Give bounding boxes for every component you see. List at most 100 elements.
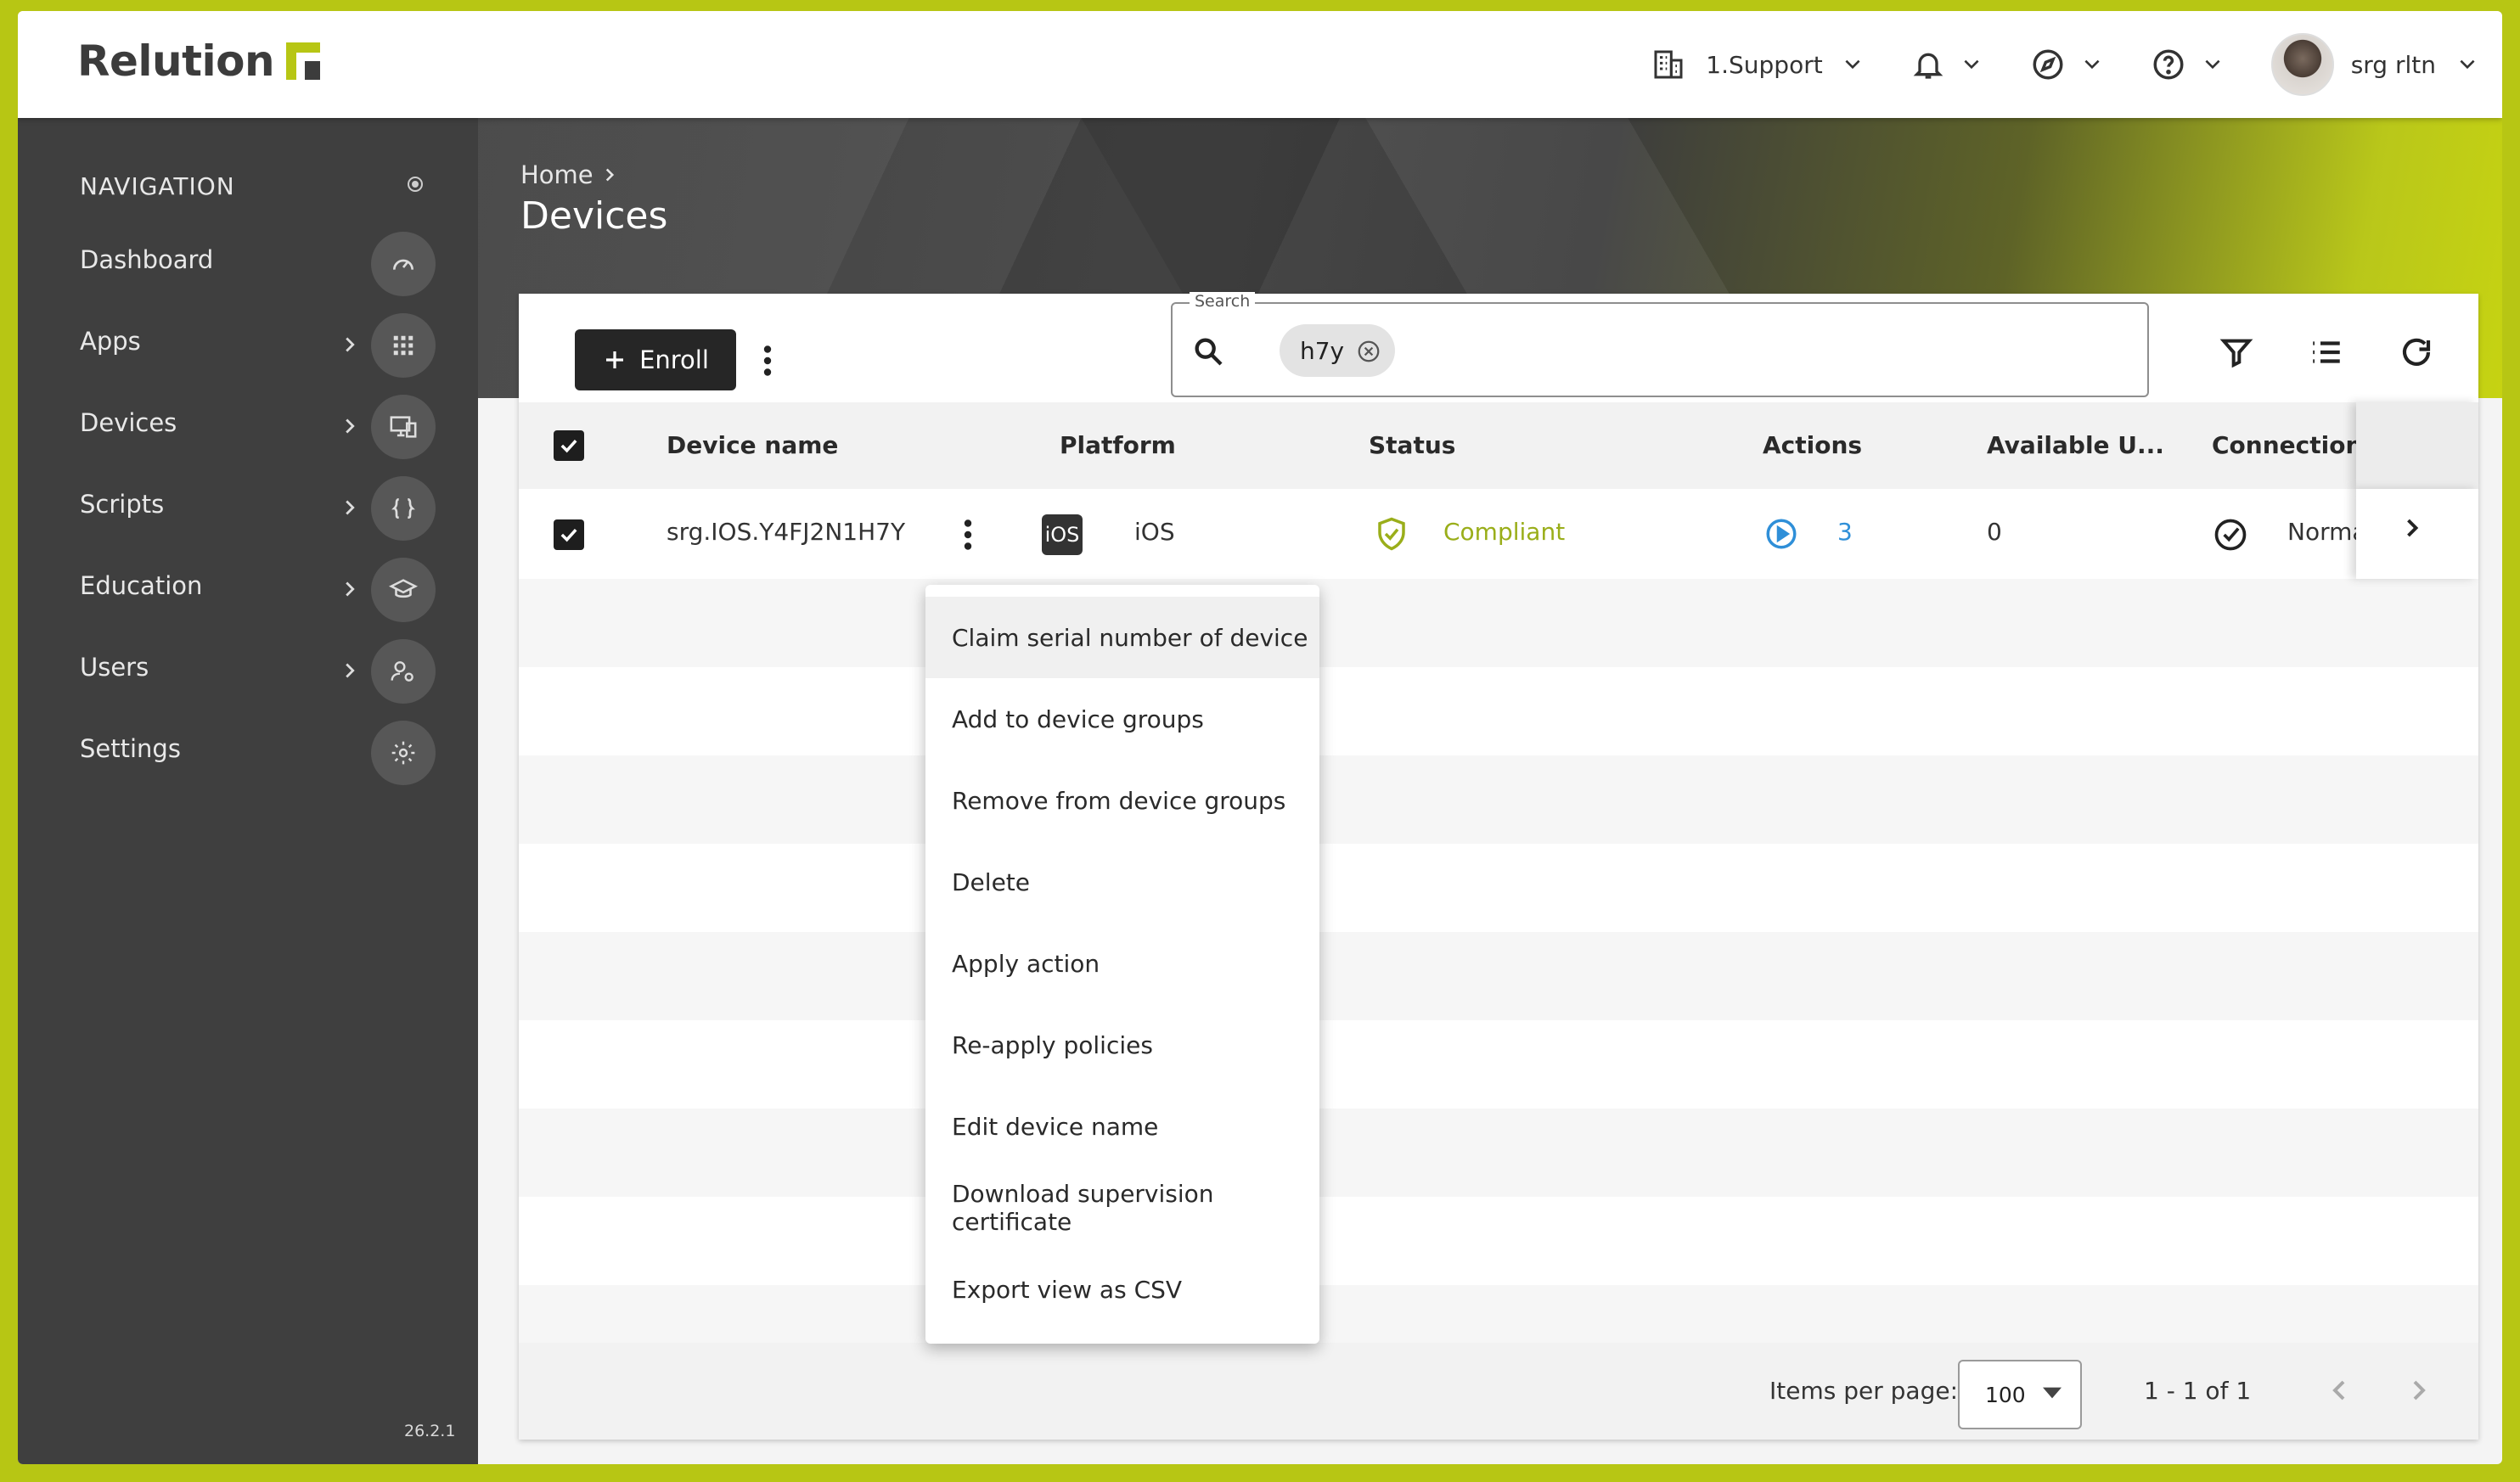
refresh-icon[interactable] xyxy=(2395,331,2438,373)
chevron-right-icon xyxy=(346,663,355,678)
chevron-right-icon xyxy=(346,500,355,515)
empty-row xyxy=(519,1020,2478,1109)
menu-item-edit-name[interactable]: Edit device name xyxy=(925,1086,1319,1167)
column-platform[interactable]: Platform xyxy=(1060,431,1176,459)
sidebar-item-label: Users xyxy=(80,653,149,682)
sidebar-item-apps[interactable]: Apps xyxy=(18,308,478,385)
filter-icon[interactable] xyxy=(2215,331,2258,373)
menu-item-export-csv[interactable]: Export view as CSV xyxy=(925,1249,1319,1330)
avatar xyxy=(2270,33,2334,96)
items-per-page-value: 100 xyxy=(1985,1382,2026,1407)
chevron-right-icon xyxy=(346,581,355,597)
empty-row xyxy=(519,844,2478,932)
menu-item-remove-from-groups[interactable]: Remove from device groups xyxy=(925,760,1319,841)
menu-item-add-to-groups[interactable]: Add to device groups xyxy=(925,678,1319,760)
close-circle-icon[interactable] xyxy=(1356,339,1381,364)
chevron-left-icon[interactable] xyxy=(2322,1373,2356,1407)
chevron-down-icon xyxy=(2205,59,2220,70)
sidebar-item-education[interactable]: Education xyxy=(18,553,478,629)
table-row[interactable]: srg.IOS.Y4FJ2N1H7Y iOS iOS Compliant 3 0… xyxy=(519,489,2478,579)
empty-row xyxy=(519,932,2478,1020)
chevron-right-icon xyxy=(346,418,355,434)
sidebar-item-label: Education xyxy=(80,571,203,600)
nav-heading: NAVIGATION xyxy=(80,172,235,200)
logo-mark-icon xyxy=(286,42,321,80)
sidebar-item-label: Devices xyxy=(80,408,177,437)
status-cell: Compliant xyxy=(1443,518,1566,546)
column-device-name[interactable]: Device name xyxy=(667,431,838,459)
row-context-menu: Claim serial number of device Add to dev… xyxy=(925,585,1319,1344)
row-open-button[interactable] xyxy=(2356,489,2478,579)
gear-icon xyxy=(371,721,436,785)
menu-item-delete[interactable]: Delete xyxy=(925,841,1319,923)
page-range: 1 - 1 of 1 xyxy=(2144,1377,2252,1405)
sidebar-item-label: Scripts xyxy=(80,490,165,519)
row-checkbox[interactable] xyxy=(554,519,584,550)
empty-row xyxy=(519,755,2478,844)
menu-item-reapply-policies[interactable]: Re-apply policies xyxy=(925,1004,1319,1086)
devices-card: Enroll Search h7y Device name Platform S… xyxy=(519,292,2478,1440)
sidebar-item-users[interactable]: Users xyxy=(18,634,478,710)
column-actions[interactable]: Actions xyxy=(1763,431,1862,459)
braces-icon xyxy=(371,476,436,541)
help-icon xyxy=(2153,49,2184,80)
menu-item-download-cert[interactable]: Download supervision certificate xyxy=(925,1167,1319,1249)
sidebar-item-dashboard[interactable]: Dashboard xyxy=(18,227,478,303)
chevron-down-icon xyxy=(1964,59,1979,70)
explore-menu[interactable] xyxy=(2030,47,2103,82)
chevron-down-icon xyxy=(2460,59,2475,70)
logo[interactable]: Relution xyxy=(77,36,321,86)
user-menu[interactable]: srg rltn xyxy=(2270,33,2478,96)
play-circle-icon[interactable] xyxy=(1763,516,1799,552)
column-available[interactable]: Available U... xyxy=(1987,431,2164,459)
chevron-down-icon xyxy=(2084,59,2100,70)
enroll-label: Enroll xyxy=(639,345,709,374)
sticky-header-cell xyxy=(2356,402,2478,489)
sidebar-item-settings[interactable]: Settings xyxy=(18,716,478,792)
top-bar: Relution 1.Support srg rltn xyxy=(18,11,2502,118)
sidebar-item-scripts[interactable]: Scripts xyxy=(18,471,478,547)
menu-item-claim-serial[interactable]: Claim serial number of device xyxy=(925,597,1319,678)
pin-icon[interactable] xyxy=(398,167,432,201)
list-icon[interactable] xyxy=(2305,331,2348,373)
items-per-page-label: Items per page: xyxy=(1769,1377,1959,1405)
empty-row xyxy=(519,1197,2478,1285)
platform-cell: iOS xyxy=(1134,518,1175,546)
help-menu[interactable] xyxy=(2151,47,2224,82)
more-vert-icon[interactable] xyxy=(746,340,789,382)
actions-count-link[interactable]: 3 xyxy=(1837,518,1853,546)
sidebar-item-label: Apps xyxy=(80,327,141,356)
user-gear-icon xyxy=(371,639,436,704)
notifications-menu[interactable] xyxy=(1911,48,1983,81)
page-title: Devices xyxy=(520,194,668,238)
search-legend: Search xyxy=(1190,292,1256,311)
search-field[interactable]: Search h7y xyxy=(1171,292,2149,397)
sidebar-item-devices[interactable]: Devices xyxy=(18,390,478,466)
logo-text: Relution xyxy=(77,36,275,86)
breadcrumb: Home xyxy=(520,160,621,189)
column-status[interactable]: Status xyxy=(1369,431,1455,459)
row-more-vert-icon[interactable] xyxy=(955,518,981,552)
table-header: Device name Platform Status Actions Avai… xyxy=(519,402,2478,489)
empty-row xyxy=(519,1109,2478,1197)
chevron-right-icon xyxy=(605,168,614,182)
items-per-page-select[interactable]: 100 xyxy=(1958,1360,2082,1429)
app-window: Relution 1.Support srg rltn NAVIGATION D… xyxy=(18,11,2502,1464)
org-switcher[interactable]: 1.Support xyxy=(1651,48,1863,81)
check-icon xyxy=(560,528,577,542)
plus-icon xyxy=(606,351,624,368)
empty-row xyxy=(519,667,2478,755)
breadcrumb-home[interactable]: Home xyxy=(520,160,593,189)
grid-icon xyxy=(371,313,436,378)
building-icon xyxy=(1654,50,1683,79)
select-all-checkbox[interactable] xyxy=(554,430,584,461)
device-name-cell[interactable]: srg.IOS.Y4FJ2N1H7Y xyxy=(667,518,905,546)
menu-item-apply-action[interactable]: Apply action xyxy=(925,923,1319,1004)
sidebar: NAVIGATION Dashboard Apps Devices Script xyxy=(18,118,478,1464)
speedometer-icon xyxy=(371,232,436,296)
chevron-right-icon[interactable] xyxy=(2402,1373,2436,1407)
search-chip[interactable]: h7y xyxy=(1280,324,1395,377)
available-cell: 0 xyxy=(1987,518,2002,546)
enroll-button[interactable]: Enroll xyxy=(575,329,736,390)
search-chip-label: h7y xyxy=(1300,336,1345,365)
